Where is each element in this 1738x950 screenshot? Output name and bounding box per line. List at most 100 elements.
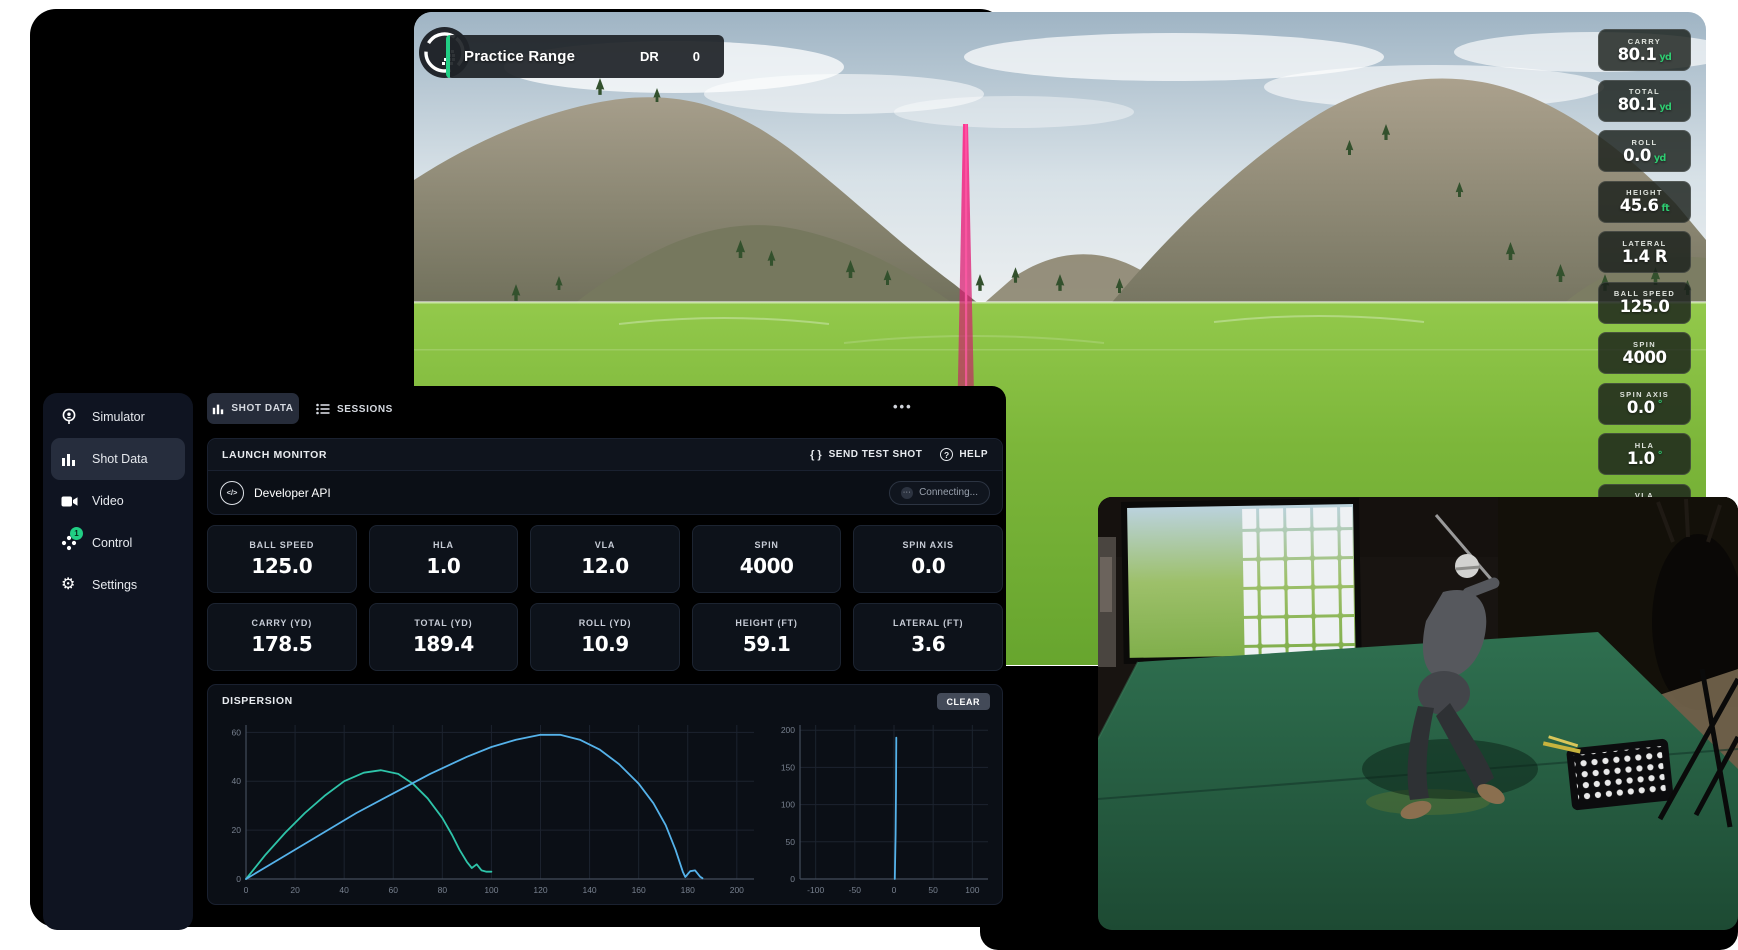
metric-value: 10.9 (581, 632, 628, 656)
help-icon: ? (940, 448, 953, 461)
metric-value: 189.4 (413, 632, 474, 656)
overlay-stat-value: 80.1yd (1618, 46, 1672, 63)
metric-label: CARRY (YD) (252, 618, 313, 628)
svg-text:100: 100 (965, 885, 979, 895)
sidebar-item-label: Simulator (92, 410, 145, 424)
tab-sessions[interactable]: SESSIONS (316, 401, 393, 417)
connection-status-button[interactable]: ··· Connecting... (889, 481, 990, 505)
overlay-stat-card: HLA 1.0° (1598, 433, 1691, 475)
video-camera-icon (61, 492, 83, 510)
sidebar-item-settings[interactable]: ⚙ Settings (51, 564, 185, 606)
overlay-stat-value: 1.4 R (1622, 248, 1667, 265)
overlay-stat-value: 0.0° (1627, 399, 1662, 416)
metric-card: ROLL (YD) 10.9 (530, 603, 680, 671)
sidebar-item-label: Video (92, 494, 124, 508)
metric-cards-row-2: CARRY (YD) 178.5TOTAL (YD) 189.4ROLL (YD… (207, 603, 1003, 671)
svg-text:-50: -50 (849, 885, 862, 895)
overlay-stat-value: 80.1yd (1618, 96, 1672, 113)
metric-value: 178.5 (251, 632, 312, 656)
overlay-stat-card: SPIN 4000 (1598, 332, 1691, 374)
control-badge: 1 (70, 527, 83, 540)
svg-text:160: 160 (632, 885, 646, 895)
svg-text:-100: -100 (807, 885, 824, 895)
braces-icon: { } (810, 449, 822, 461)
launch-monitor-title: LAUNCH MONITOR (222, 449, 327, 461)
metric-label: HEIGHT (FT) (735, 618, 797, 628)
trajectory-chart: 0204060801001201401601802000204060 (216, 717, 764, 899)
overlay-stat-card: SPIN AXIS 0.0° (1598, 383, 1691, 425)
list-icon (316, 403, 330, 415)
tab-shot-data[interactable]: SHOT DATA (207, 393, 299, 424)
shot-stats-overlay: CARRY 80.1ydTOTAL 80.1ydROLL 0.0ydHEIGHT… (1598, 29, 1691, 526)
metric-label: BALL SPEED (249, 540, 314, 550)
impact-screen (1124, 501, 1359, 661)
dispersion-title: DISPERSION (222, 695, 293, 707)
help-label: HELP (959, 449, 988, 460)
svg-text:20: 20 (290, 885, 300, 895)
overlay-stat-value: 125.0 (1620, 298, 1670, 315)
sidebar-item-label: Control (92, 536, 132, 550)
overlay-stat-value: 4000 (1623, 349, 1667, 366)
overlay-stat-card: HEIGHT 45.6ft (1598, 181, 1691, 223)
sidebar-item-label: Shot Data (92, 452, 148, 466)
sidebar: Simulator Shot Data Video 1 Control ⚙ Se… (43, 393, 193, 930)
launch-monitor-panel: LAUNCH MONITOR { } SEND TEST SHOT ? HELP… (207, 438, 1003, 515)
metric-card: LATERAL (FT) 3.6 (853, 603, 1003, 671)
webcam-scene (1098, 497, 1738, 930)
svg-text:100: 100 (781, 800, 795, 810)
metric-label: SPIN AXIS (902, 540, 953, 550)
sidebar-item-video[interactable]: Video (51, 480, 185, 522)
svg-text:20: 20 (232, 825, 242, 835)
tab-label: SHOT DATA (231, 403, 293, 414)
svg-text:200: 200 (781, 725, 795, 735)
sidebar-item-shot-data[interactable]: Shot Data (51, 438, 185, 480)
metric-value: 59.1 (743, 632, 790, 656)
svg-text:0: 0 (244, 885, 249, 895)
send-test-shot-label: SEND TEST SHOT (829, 449, 923, 460)
svg-text:50: 50 (928, 885, 938, 895)
dispersion-panel: DISPERSION CLEAR 0 20 40 60 80 100 120 140 160 18… (207, 684, 1003, 905)
metric-card: SPIN 4000 (692, 525, 842, 593)
launch-monitor-device-row: </> Developer API ··· Connecting... (208, 471, 1002, 514)
metric-label: VLA (595, 540, 615, 550)
course-title: Practice Range (464, 48, 575, 65)
overlay-stat-value: 0.0yd (1623, 147, 1666, 164)
metric-cards-row-1: BALL SPEED 125.0HLA 1.0VLA 12.0SPIN 4000… (207, 525, 1003, 593)
metric-value: 125.0 (251, 554, 312, 578)
overflow-menu-button[interactable]: ••• (893, 399, 913, 414)
metric-label: SPIN (754, 540, 778, 550)
overlay-stat-card: ROLL 0.0yd (1598, 130, 1691, 172)
code-icon: </> (220, 481, 244, 505)
controller-icon: 1 (61, 534, 83, 552)
webcam-feed (1098, 497, 1738, 930)
bar-chart-icon (61, 450, 83, 468)
overlay-stat-value: 1.0° (1627, 450, 1662, 467)
gear-icon: ⚙ (61, 576, 83, 594)
mode-label: DR (640, 49, 659, 64)
metric-label: LATERAL (FT) (893, 618, 963, 628)
metric-card: CARRY (YD) 178.5 (207, 603, 357, 671)
svg-text:180: 180 (681, 885, 695, 895)
svg-text:120: 120 (533, 885, 547, 895)
metric-card: HEIGHT (FT) 59.1 (692, 603, 842, 671)
clear-button[interactable]: CLEAR (937, 693, 991, 710)
svg-text:60: 60 (389, 885, 399, 895)
sidebar-item-simulator[interactable]: Simulator (51, 396, 185, 438)
send-test-shot-button[interactable]: { } SEND TEST SHOT (810, 449, 922, 461)
metric-value: 12.0 (581, 554, 628, 578)
metric-label: ROLL (YD) (579, 618, 632, 628)
metric-value: 1.0 (426, 554, 460, 578)
svg-text:60: 60 (232, 727, 242, 737)
metric-card: BALL SPEED 125.0 (207, 525, 357, 593)
help-button[interactable]: ? HELP (940, 448, 988, 461)
connecting-spinner-icon: ··· (901, 487, 913, 499)
svg-text:80: 80 (438, 885, 448, 895)
svg-text:200: 200 (730, 885, 744, 895)
sidebar-item-control[interactable]: 1 Control (51, 522, 185, 564)
metric-label: HLA (433, 540, 454, 550)
overlay-stat-card: TOTAL 80.1yd (1598, 80, 1691, 122)
sidebar-item-label: Settings (92, 578, 137, 592)
svg-text:140: 140 (582, 885, 596, 895)
svg-text:40: 40 (232, 776, 242, 786)
metric-card: VLA 12.0 (530, 525, 680, 593)
